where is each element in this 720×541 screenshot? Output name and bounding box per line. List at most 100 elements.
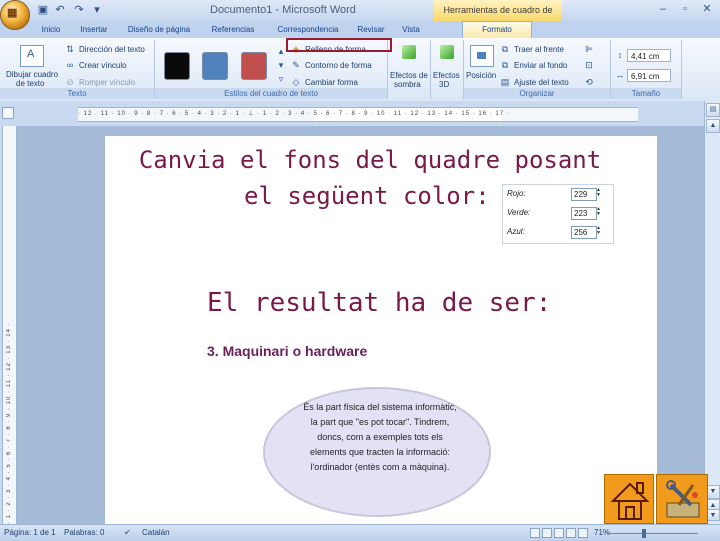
shadow-effects-icon[interactable] (402, 45, 416, 59)
outline-icon[interactable] (566, 528, 576, 538)
text-direction-icon[interactable]: ⇅ (65, 44, 75, 54)
rgb-color-box: Rojo: 229 ▲ ▼ Verde: 223 ▲ ▼ Azul: 256 ▲ ▼ (502, 184, 614, 244)
bring-front-icon[interactable]: ⧉ (500, 44, 510, 54)
group-organizar: Posición ⧉ Traer al frente ⧉ Enviar al f… (464, 40, 611, 99)
width-input[interactable]: 6,91 cm (627, 69, 671, 82)
office-logo-icon: ▦ (7, 7, 18, 19)
tab-revisar[interactable]: Revisar (354, 22, 388, 37)
green-label: Verde: (507, 208, 531, 217)
change-shape-icon[interactable]: ◇ (291, 77, 301, 87)
scroll-up-arrow-icon[interactable]: ▲ (706, 119, 720, 133)
minimize-icon[interactable]: – (652, 1, 674, 17)
save-icon[interactable]: ▣ (36, 3, 50, 17)
draw-text-box-label-2[interactable]: de texto (16, 79, 44, 88)
ruler-ticks: · 12 · 11 · 10 · 9 · 8 · 7 · 6 · 5 · 4 ·… (78, 111, 510, 117)
3d-effects-label-2[interactable]: 3D (439, 80, 449, 89)
ribbon: A Dibujar cuadro de texto ⇅ Dirección de… (0, 38, 720, 102)
group-icon[interactable]: ⊡ (584, 60, 594, 70)
tools-button[interactable] (656, 474, 708, 524)
vertical-ruler[interactable]: · 1 · 2 · 3 · 4 · 5 · 6 · 7 · 8 · 9 · 10… (2, 126, 17, 524)
link-icon[interactable]: ∞ (65, 60, 75, 70)
green-spinner-icon: ▲ ▼ (596, 206, 601, 217)
blue-value: 256 (571, 226, 597, 239)
ellipse-text: És la part física del sistema informàtic… (303, 402, 457, 472)
change-shape-button[interactable]: Cambiar forma (305, 78, 358, 87)
tab-insertar[interactable]: Insertar (76, 22, 112, 37)
proofing-icon[interactable]: ✔ (124, 528, 131, 537)
red-label: Rojo: (507, 189, 526, 198)
group-label-texto: Texto (0, 88, 154, 99)
3d-effects-label-1[interactable]: Efectos (433, 71, 460, 80)
blue-label: Azul: (507, 227, 525, 236)
context-tab-title: Herramientas de cuadro de texto (434, 0, 562, 36)
height-input[interactable]: 4,41 cm (627, 49, 671, 62)
scroll-up-icon[interactable]: ▴ (276, 46, 286, 56)
align-icon[interactable]: ⊫ (584, 44, 594, 54)
vertical-scrollbar[interactable]: ▤ ▲ ▼ ▲ ▼ (704, 101, 720, 524)
tab-correspondencia[interactable]: Correspondencia (272, 22, 344, 37)
customize-toolbar-icon[interactable]: ▾ (90, 3, 104, 17)
redo-icon[interactable]: ↷ (72, 3, 86, 17)
instruction-line-2: el següent color: (244, 182, 490, 210)
scroll-down-icon[interactable]: ▾ (276, 60, 286, 70)
result-heading: El resultat ha de ser: (207, 288, 552, 318)
shadow-effects-label-1[interactable]: Efectos de (390, 71, 428, 80)
draft-icon[interactable] (578, 528, 588, 538)
instruction-line-1: Canvia el fons del quadre posant (138, 146, 602, 174)
color-row-blue: Azul: 256 ▲ ▼ (503, 223, 613, 242)
group-3d: Efectos 3D (431, 40, 464, 99)
shadow-effects-label-2[interactable]: sombra (394, 80, 421, 89)
color-row-green: Verde: 223 ▲ ▼ (503, 204, 613, 223)
tab-vista[interactable]: Vista (398, 22, 424, 37)
section-heading: 3. Maquinari o hardware (207, 343, 368, 359)
full-screen-icon[interactable] (542, 528, 552, 538)
tab-referencias[interactable]: Referencias (208, 22, 258, 37)
tab-selector[interactable] (2, 107, 14, 119)
shape-outline-button[interactable]: Contorno de forma (305, 61, 372, 70)
vertical-ruler-ticks: · 1 · 2 · 3 · 4 · 5 · 6 · 7 · 8 · 9 · 10… (6, 322, 12, 524)
style-swatch-blue[interactable] (202, 52, 228, 80)
tab-diseno-pagina[interactable]: Diseño de página (124, 22, 194, 37)
text-direction-button[interactable]: Dirección del texto (79, 45, 145, 54)
send-back-button[interactable]: Enviar al fondo (514, 61, 567, 70)
tab-inicio[interactable]: Inicio (36, 22, 66, 37)
zoom-slider[interactable] (608, 533, 698, 534)
zoom-slider-thumb[interactable] (642, 529, 646, 538)
more-styles-icon[interactable]: ▿ (276, 74, 286, 84)
style-swatch-black[interactable] (164, 52, 190, 80)
ruler-toggle-icon[interactable]: ▤ (706, 103, 720, 117)
print-layout-icon[interactable] (530, 528, 540, 538)
position-icon[interactable] (470, 45, 494, 67)
text-box-icon[interactable]: A (20, 45, 44, 67)
draw-text-box-label-1[interactable]: Dibujar cuadro (6, 70, 58, 79)
status-bar: Página: 1 de 1 Palabras: 0 ✔ Catalán 71% (0, 524, 720, 541)
tab-formato[interactable]: Formato (462, 21, 532, 39)
rotate-icon[interactable]: ⟲ (584, 77, 594, 87)
web-layout-icon[interactable] (554, 528, 564, 538)
red-value: 229 (571, 188, 597, 201)
page-count[interactable]: Página: 1 de 1 (4, 528, 56, 537)
group-texto: A Dibujar cuadro de texto ⇅ Dirección de… (0, 40, 155, 99)
group-size: ↕ 4,41 cm ↔ 6,91 cm Tamaño (611, 40, 682, 99)
horizontal-ruler[interactable]: · 12 · 11 · 10 · 9 · 8 · 7 · 6 · 5 · 4 ·… (78, 107, 638, 122)
wrap-text-button[interactable]: Ajuste del texto (514, 78, 569, 87)
home-button[interactable] (604, 474, 654, 524)
undo-icon[interactable]: ↶ (53, 3, 67, 17)
break-link-icon: ⊘ (66, 77, 74, 87)
3d-effects-icon[interactable] (440, 45, 454, 59)
language-indicator[interactable]: Catalán (142, 528, 170, 537)
create-link-button[interactable]: Crear vínculo (79, 61, 127, 70)
send-back-icon[interactable]: ⧉ (500, 60, 510, 70)
style-swatch-red[interactable] (241, 52, 267, 80)
green-value: 223 (571, 207, 597, 220)
close-icon[interactable]: ✕ (696, 1, 718, 17)
pen-icon[interactable]: ✎ (291, 60, 301, 70)
office-button[interactable]: ▦ (0, 0, 30, 30)
red-spinner-icon: ▲ ▼ (596, 187, 601, 198)
bring-front-button[interactable]: Traer al frente (514, 45, 564, 54)
color-row-red: Rojo: 229 ▲ ▼ (503, 185, 613, 204)
word-count[interactable]: Palabras: 0 (64, 528, 104, 537)
maximize-icon[interactable]: ▫ (674, 1, 696, 17)
wrap-text-icon[interactable]: ▤ (500, 77, 510, 87)
position-button[interactable]: Posición (466, 71, 496, 80)
